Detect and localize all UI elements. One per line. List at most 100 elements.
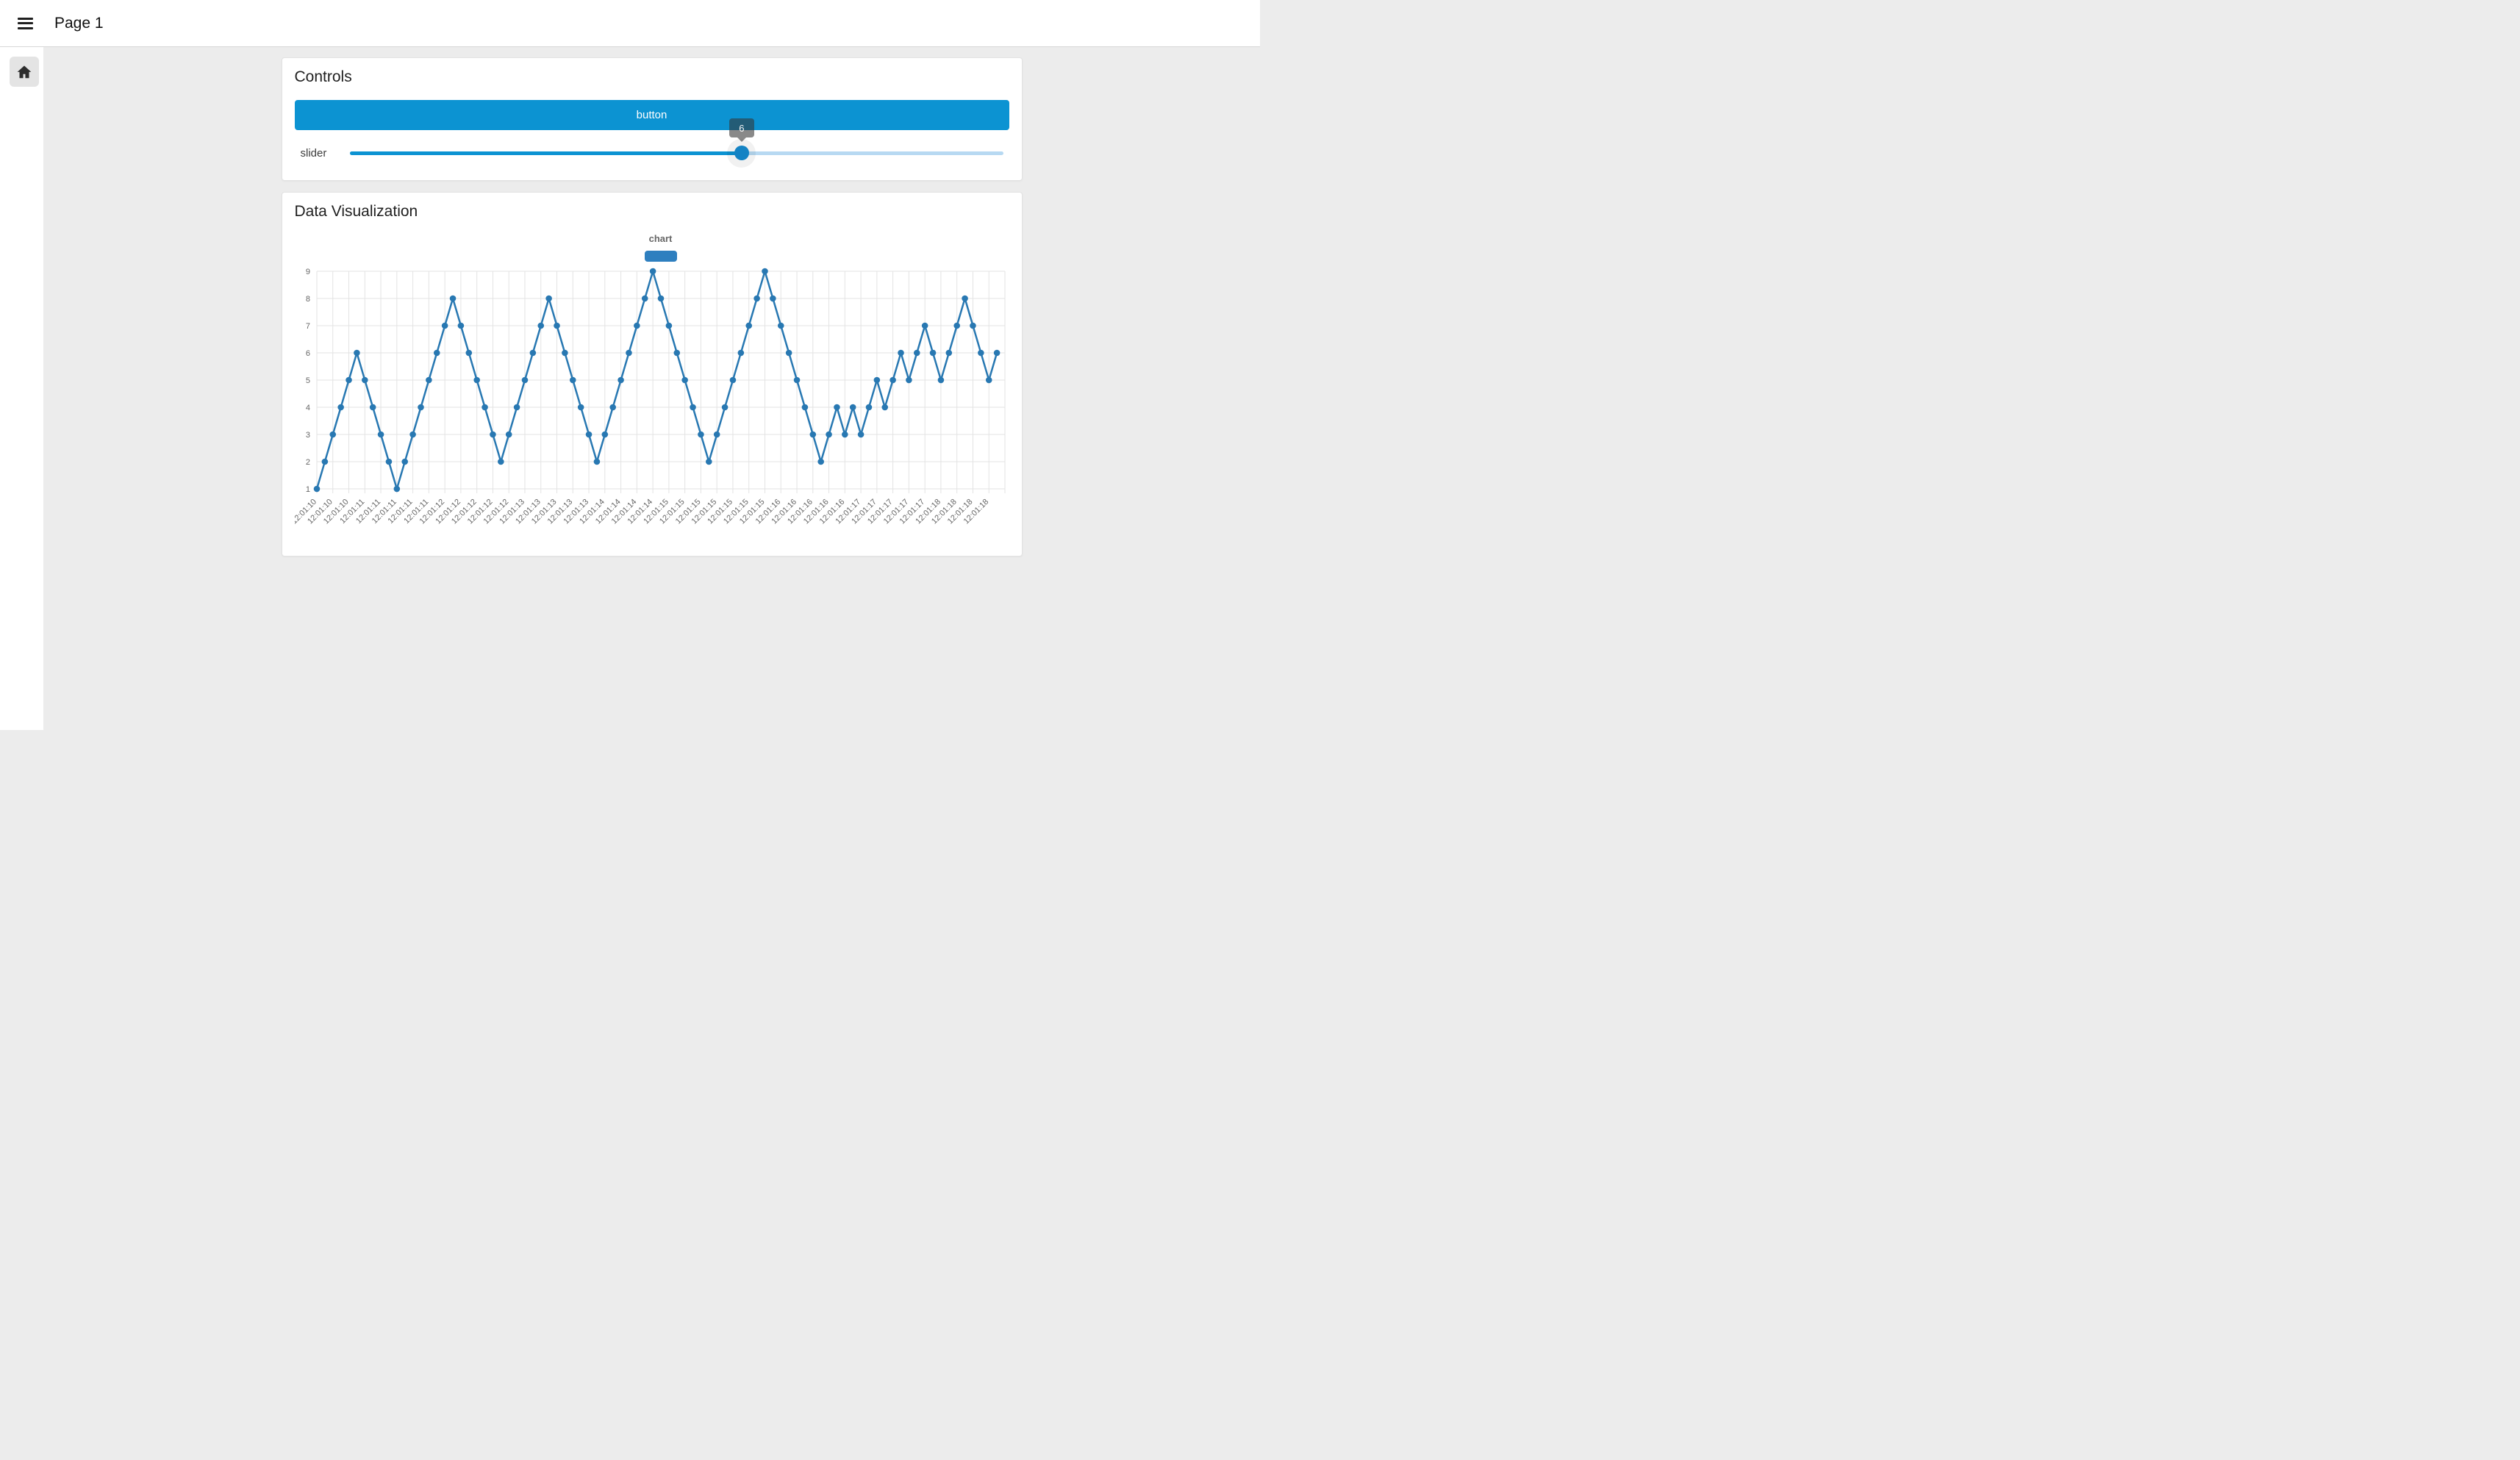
slider-value: 6: [739, 123, 744, 134]
slider-row: slider 6: [295, 138, 1009, 168]
hamburger-bar: [18, 27, 33, 29]
slider[interactable]: 6: [350, 138, 1003, 168]
data-point: [770, 296, 776, 302]
top-navbar: Page 1: [0, 0, 1260, 47]
slider-value-tooltip: 6: [729, 118, 754, 137]
data-point: [418, 404, 424, 411]
data-point: [985, 377, 992, 384]
data-point: [745, 323, 752, 329]
data-point: [354, 350, 360, 357]
slider-track-fill[interactable]: [350, 151, 742, 155]
data-point: [801, 404, 808, 411]
svg-text:1: 1: [305, 485, 309, 494]
data-point: [713, 432, 720, 438]
data-point: [921, 323, 928, 329]
data-point: [873, 377, 880, 384]
data-point: [618, 377, 624, 384]
data-point: [313, 486, 320, 493]
data-point: [762, 268, 768, 275]
data-point: [754, 296, 760, 302]
home-button[interactable]: [10, 57, 39, 87]
data-point: [545, 296, 552, 302]
home-icon: [16, 64, 32, 80]
sidebar: [0, 47, 43, 730]
data-point: [634, 323, 640, 329]
data-point: [729, 377, 736, 384]
svg-text:8: 8: [305, 295, 309, 304]
data-point: [785, 350, 792, 357]
data-point: [554, 323, 560, 329]
chart-legend-swatch[interactable]: [645, 251, 677, 262]
action-button[interactable]: button: [295, 100, 1009, 130]
data-point: [970, 323, 976, 329]
data-point: [665, 323, 672, 329]
data-point: [449, 296, 456, 302]
page: Page 1 Controls button slider 6: [0, 0, 1260, 730]
data-point: [441, 323, 448, 329]
data-point: [465, 350, 472, 357]
data-point: [426, 377, 432, 384]
data-point: [993, 350, 1000, 357]
data-point: [889, 377, 896, 384]
viz-card-title: Data Visualization: [295, 203, 1009, 221]
svg-text:7: 7: [305, 322, 309, 331]
data-point: [385, 459, 392, 465]
data-point: [937, 377, 944, 384]
data-point: [945, 350, 952, 357]
data-point: [601, 432, 608, 438]
data-point: [793, 377, 800, 384]
data-point: [737, 350, 744, 357]
data-point: [513, 404, 520, 411]
data-point: [537, 323, 544, 329]
data-point: [842, 432, 848, 438]
data-point: [362, 377, 368, 384]
data-point: [826, 432, 832, 438]
data-point: [377, 432, 384, 438]
chart-title: chart: [312, 233, 1009, 244]
data-point: [641, 296, 648, 302]
data-point: [569, 377, 576, 384]
data-point: [490, 432, 496, 438]
data-point: [681, 377, 688, 384]
data-point: [337, 404, 344, 411]
svg-text:5: 5: [305, 376, 309, 385]
hamburger-bar: [18, 18, 33, 20]
svg-text:6: 6: [305, 349, 309, 358]
data-point: [649, 268, 656, 275]
data-point: [978, 350, 984, 357]
data-point: [865, 404, 872, 411]
data-point: [529, 350, 536, 357]
controls-card-title: Controls: [295, 68, 1009, 86]
data-point: [857, 432, 864, 438]
data-point: [346, 377, 352, 384]
svg-text:4: 4: [305, 404, 309, 412]
data-point: [953, 323, 960, 329]
data-point: [673, 350, 680, 357]
data-point: [433, 350, 440, 357]
data-point: [626, 350, 632, 357]
hamburger-bar: [18, 22, 33, 24]
svg-text:3: 3: [305, 431, 309, 440]
data-point: [393, 486, 400, 493]
main-content: Controls button slider 6 Data Visualizat…: [43, 47, 1260, 730]
data-point: [690, 404, 696, 411]
svg-text:9: 9: [305, 268, 309, 276]
chart-header: chart: [295, 233, 1009, 265]
data-point: [849, 404, 856, 411]
data-point: [505, 432, 512, 438]
data-point: [457, 323, 464, 329]
data-point: [482, 404, 488, 411]
slider-handle[interactable]: [734, 146, 749, 160]
data-point: [609, 404, 616, 411]
data-point: [473, 377, 480, 384]
data-point: [401, 459, 408, 465]
data-point: [706, 459, 712, 465]
page-title: Page 1: [54, 15, 104, 32]
data-point: [777, 323, 784, 329]
data-point: [562, 350, 568, 357]
data-point: [929, 350, 936, 357]
controls-card: Controls button slider 6: [282, 57, 1023, 181]
data-point: [409, 432, 416, 438]
hamburger-menu-icon[interactable]: [18, 18, 33, 29]
line-chart-canvas[interactable]: 12345678912:01:1012:01:1012:01:1012:01:1…: [295, 267, 1011, 540]
